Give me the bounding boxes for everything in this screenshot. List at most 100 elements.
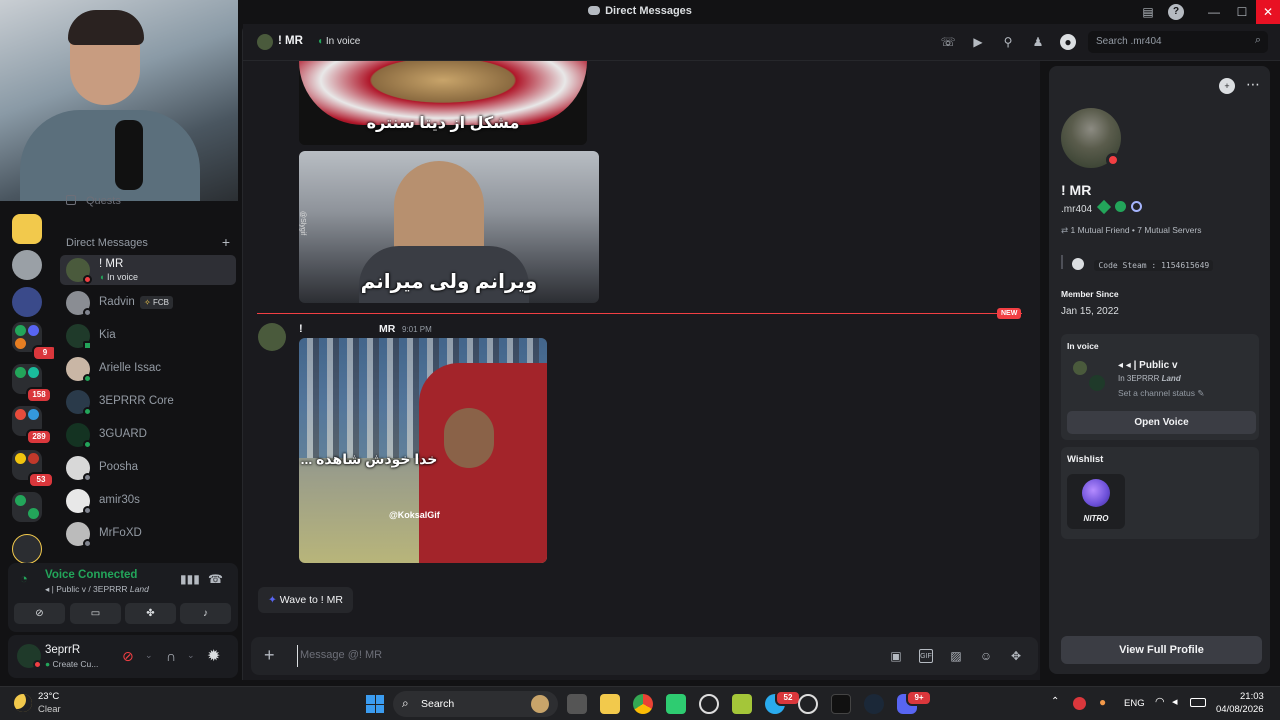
tray-icon[interactable]	[1073, 697, 1086, 710]
help-icon[interactable]: ?	[1168, 4, 1184, 20]
add-friend-icon[interactable]: +	[1219, 78, 1235, 94]
taskbar-search[interactable]: ⌕ Search	[393, 691, 558, 717]
message-author-prefix[interactable]: !	[299, 323, 303, 335]
in-voice-card: In voice ◂ ◂ | Public v In 3EPRRR Land S…	[1061, 334, 1259, 440]
quests-item[interactable]: Quests	[66, 195, 121, 207]
file-explorer-icon[interactable]	[600, 694, 620, 714]
clock-time[interactable]: 21:03	[1240, 691, 1264, 702]
open-voice-button[interactable]: Open Voice	[1067, 411, 1256, 434]
nitro-label: NITRO	[1083, 514, 1109, 523]
avatar[interactable]	[258, 323, 286, 351]
dm-item[interactable]: Radvin ✧ FCB	[60, 288, 236, 318]
pin-icon[interactable]: ⚲	[1000, 34, 1016, 50]
dm-item[interactable]: Poosha	[60, 453, 236, 483]
message-gif[interactable]: مشکل از دیتا سنتره	[299, 61, 587, 145]
user-panel: 3eprrR ● Create Cu... ⊘ ⌄ ∩ ⌄ ✹	[8, 635, 238, 678]
avatar	[1089, 375, 1105, 391]
voice-channel[interactable]: ◂ | Public v / 3EPRRR Land	[45, 584, 149, 595]
chevron-down-icon[interactable]: ⌄	[187, 650, 195, 661]
start-button[interactable]	[366, 695, 384, 713]
voice-server-name: In 3EPRRR Land	[1118, 374, 1181, 383]
dm-item[interactable]: MrFoXD	[60, 519, 236, 549]
screen-share-button[interactable]: ▭	[70, 603, 121, 624]
pencil-icon: ✎	[1195, 388, 1205, 398]
dm-name: 3EPRRR Core	[99, 395, 174, 407]
app-icon[interactable]	[666, 694, 686, 714]
server-icon[interactable]	[12, 214, 42, 244]
add-attachment-icon[interactable]: +	[264, 645, 275, 666]
disconnect-icon[interactable]: ☎	[208, 572, 223, 586]
dm-item[interactable]: 3GUARD	[60, 420, 236, 450]
language-indicator[interactable]: ENG	[1124, 698, 1145, 709]
emoji-icon[interactable]: ☺	[979, 649, 993, 663]
chrome-icon[interactable]	[633, 694, 653, 714]
headphones-icon[interactable]: ∩	[166, 648, 176, 664]
gif-icon[interactable]: GIF	[919, 649, 933, 663]
search-highlight-icon	[531, 695, 549, 713]
dm-item[interactable]: 3EPRRR Core	[60, 387, 236, 417]
video-call-icon[interactable]: ▶	[970, 34, 986, 50]
signal-icon: ◔	[20, 571, 28, 586]
dm-item[interactable]: Arielle Issac	[60, 354, 236, 384]
search-box[interactable]: Search .mr404 ⌕	[1088, 31, 1268, 53]
chevron-up-icon[interactable]: ⌃	[1051, 696, 1059, 707]
volume-icon[interactable]: ◂	[1172, 695, 1178, 708]
terminal-icon[interactable]	[831, 694, 851, 714]
notes-icon[interactable]	[732, 694, 752, 714]
voice-call-icon[interactable]: ☏	[940, 34, 956, 50]
app-icon[interactable]	[798, 694, 818, 714]
view-full-profile-button[interactable]: View Full Profile	[1061, 636, 1262, 664]
status-indicator	[83, 275, 92, 284]
dm-item[interactable]: Kia	[60, 321, 236, 351]
server-icon[interactable]	[12, 287, 42, 317]
new-dm-button[interactable]: +	[222, 234, 230, 250]
settings-gear-icon[interactable]: ✹	[207, 646, 220, 666]
voice-channel-name[interactable]: ◂ ◂ | Public v	[1118, 360, 1178, 371]
voice-connection-panel: ◔ Voice Connected ◂ | Public v / 3EPRRR …	[8, 563, 238, 632]
microphone-icon[interactable]: ●	[1099, 695, 1106, 709]
chatgpt-icon[interactable]	[699, 694, 719, 714]
close-button[interactable]: ✕	[1256, 0, 1280, 24]
gif-caption: مشکل از دیتا سنتره	[366, 115, 520, 132]
wifi-icon[interactable]: ◠	[1155, 695, 1165, 708]
soundboard-button[interactable]: ♪	[180, 603, 231, 624]
message-author[interactable]: MR	[379, 323, 395, 335]
dm-name: Kia	[99, 329, 116, 341]
channel-status-link[interactable]: Set a channel status ✎	[1118, 388, 1205, 399]
server-icon[interactable]	[12, 250, 42, 280]
profile-handle[interactable]: .mr404	[1061, 199, 1143, 215]
wishlist-item[interactable]: NITRO	[1067, 474, 1125, 529]
server-folder[interactable]	[12, 492, 42, 522]
steam-icon[interactable]	[864, 694, 884, 714]
camera-off-button[interactable]: ⊘	[14, 603, 65, 624]
user-name: 3eprrR	[45, 644, 81, 656]
dm-item[interactable]: amir30s	[60, 486, 236, 516]
weather-icon[interactable]	[14, 694, 32, 712]
server-icon[interactable]	[12, 534, 42, 564]
user-profile-icon[interactable]: ●	[1060, 34, 1076, 50]
task-view-icon[interactable]	[567, 694, 587, 714]
message-input[interactable]: Message @! MR	[297, 645, 877, 667]
maximize-button[interactable]: ☐	[1226, 0, 1258, 24]
search-icon: ⌕	[1254, 34, 1261, 46]
sticker-icon[interactable]: ▨	[949, 649, 963, 663]
message-gif[interactable]: خدا خودش شاهده ... @KoksalGif	[299, 338, 547, 563]
wave-button[interactable]: ✦ Wave to ! MR	[258, 587, 353, 613]
mutuals[interactable]: ⇄ 1 Mutual Friend • 7 Mutual Servers	[1061, 225, 1202, 236]
new-messages-divider	[257, 313, 1022, 314]
noise-suppression-icon[interactable]: ▮▮▮	[180, 572, 200, 586]
gift-icon[interactable]: ▣	[889, 649, 903, 663]
apps-icon[interactable]: ✥	[1009, 649, 1023, 663]
more-options-icon[interactable]: ⋯	[1246, 76, 1260, 93]
inbox-icon[interactable]: ▤	[1140, 4, 1156, 20]
notification-badge: 289	[26, 429, 52, 445]
battery-icon[interactable]	[1190, 698, 1206, 707]
dm-item[interactable]: ! MR ◖ In voice	[60, 255, 236, 285]
mute-icon[interactable]: ⊘	[122, 648, 134, 665]
add-friends-icon[interactable]: ♟	[1030, 34, 1046, 50]
message-gif[interactable]: ویرانم ولی میرانم @Slygif	[299, 151, 599, 303]
clock-date[interactable]: 04/08/2026	[1216, 704, 1264, 715]
chevron-down-icon[interactable]: ⌄	[145, 650, 153, 661]
activities-button[interactable]: ✤	[125, 603, 176, 624]
weather-temp[interactable]: 23°C	[38, 691, 59, 702]
